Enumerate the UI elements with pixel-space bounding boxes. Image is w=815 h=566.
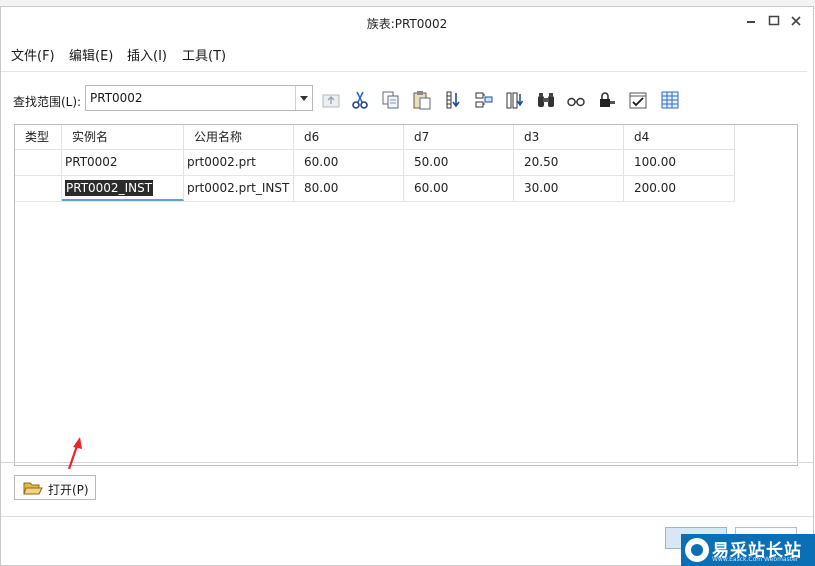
- footer-divider: [1, 516, 813, 517]
- column-header-d4[interactable]: d4: [624, 125, 735, 149]
- cell-d6[interactable]: 80.00: [294, 176, 404, 201]
- selected-instance-text[interactable]: PRT0002_INST: [65, 180, 154, 196]
- open-button-label: 打开(P): [48, 483, 89, 497]
- cell-common-name[interactable]: prt0002.prt_INST: [184, 176, 294, 201]
- column-header-d7[interactable]: d7: [404, 125, 514, 149]
- column-header-type[interactable]: 类型: [15, 125, 62, 149]
- menu-tools[interactable]: 工具(T): [182, 45, 226, 64]
- annotation-arrow-icon: [63, 435, 85, 474]
- family-table-grid[interactable]: 类型 实例名 公用名称 d6 d7 d3 d4 PRT0002 prt0002.…: [14, 124, 798, 466]
- verify-glasses-icon[interactable]: [566, 90, 586, 110]
- minimize-icon: [747, 21, 755, 23]
- cell-instance-name-editing[interactable]: PRT0002_INST: [62, 176, 184, 201]
- search-scope-value: PRT0002: [90, 91, 143, 105]
- cell-d7[interactable]: 60.00: [404, 176, 514, 201]
- cell-type[interactable]: [15, 176, 62, 201]
- menu-bar: 文件(F) 编辑(E) 插入(I) 工具(T): [1, 41, 813, 65]
- menu-insert[interactable]: 插入(I): [127, 45, 167, 64]
- close-button[interactable]: [787, 12, 805, 30]
- family-table-dialog: 族表:PRT0002 文件(F) 编辑(E) 插入(I) 工具(T) 查找范围(…: [0, 6, 814, 566]
- bottom-divider: [1, 462, 813, 463]
- up-level-icon[interactable]: [321, 90, 341, 110]
- paste-icon[interactable]: [412, 90, 432, 110]
- menu-edit[interactable]: 编辑(E): [69, 45, 113, 64]
- site-watermark: 易采站长站 Www.Easck.Com Webmaster: [681, 534, 815, 566]
- column-header-common-name[interactable]: 公用名称: [184, 125, 294, 149]
- column-header-d6[interactable]: d6: [294, 125, 404, 149]
- title-bar: 族表:PRT0002: [1, 7, 813, 37]
- cell-d6[interactable]: 60.00: [294, 150, 404, 175]
- minimize-button[interactable]: [742, 12, 760, 30]
- table-columns-icon[interactable]: [474, 90, 494, 110]
- cell-d7[interactable]: 50.00: [404, 150, 514, 175]
- column-header-d3[interactable]: d3: [514, 125, 624, 149]
- cell-d4[interactable]: 100.00: [624, 150, 735, 175]
- cut-icon[interactable]: [350, 90, 370, 110]
- chevron-down-icon[interactable]: [295, 86, 312, 110]
- cell-d3[interactable]: 20.50: [514, 150, 624, 175]
- cell-d4[interactable]: 200.00: [624, 176, 735, 201]
- close-icon: [791, 16, 801, 26]
- search-scope-label: 查找范围(L):: [13, 95, 82, 109]
- column-header-instance-name[interactable]: 实例名: [62, 125, 184, 149]
- folder-open-icon: [23, 482, 43, 495]
- maximize-icon: [768, 15, 780, 26]
- menu-file[interactable]: 文件(F): [11, 45, 55, 64]
- search-scope-combobox[interactable]: PRT0002: [85, 85, 313, 111]
- table-row[interactable]: PRT0002_INST prt0002.prt_INST 80.00 60.0…: [15, 176, 735, 202]
- menu-divider: [1, 71, 807, 72]
- add-item-icon[interactable]: [505, 90, 525, 110]
- table-row[interactable]: PRT0002 prt0002.prt 60.00 50.00 20.50 10…: [15, 150, 735, 176]
- cell-type[interactable]: [15, 150, 62, 175]
- lock-icon[interactable]: [597, 90, 617, 110]
- cell-common-name[interactable]: prt0002.prt: [184, 150, 294, 175]
- cell-d3[interactable]: 30.00: [514, 176, 624, 201]
- find-icon[interactable]: [536, 90, 556, 110]
- table-header-row: 类型 实例名 公用名称 d6 d7 d3 d4: [15, 125, 735, 150]
- table-grid-icon[interactable]: [660, 90, 680, 110]
- cell-instance-name[interactable]: PRT0002: [62, 150, 184, 175]
- watermark-logo-icon: [685, 538, 709, 562]
- window-title: 族表:PRT0002: [366, 17, 448, 31]
- open-button[interactable]: 打开(P): [14, 475, 96, 500]
- watermark-subtext: Www.Easck.Com Webmaster: [712, 556, 799, 563]
- insert-column-icon[interactable]: [443, 90, 463, 110]
- copy-icon[interactable]: [381, 90, 401, 110]
- maximize-button[interactable]: [765, 12, 783, 30]
- checkbox-icon[interactable]: [628, 90, 648, 110]
